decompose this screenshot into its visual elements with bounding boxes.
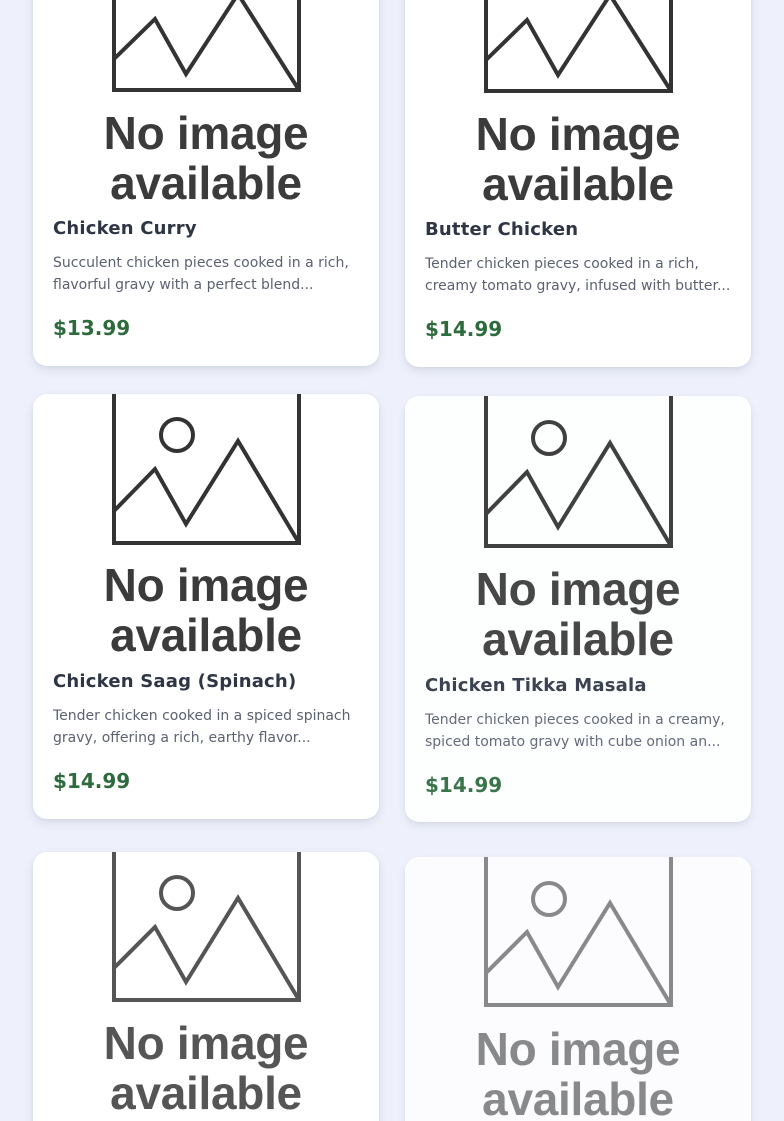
item-price: $14.99 [53, 769, 131, 793]
item-image-placeholder: No image available [33, 852, 379, 1121]
placeholder-line-1: No image [475, 563, 681, 615]
item-price: $14.99 [425, 317, 503, 341]
menu-item-card[interactable]: No image available Chicken Tikka Masala … [405, 396, 751, 822]
placeholder-line-2: available [482, 1073, 674, 1121]
placeholder-line-1: No image [475, 1023, 681, 1075]
placeholder-line-2: available [110, 157, 302, 206]
item-name: Chicken Tikka Masala [425, 675, 647, 696]
placeholder-line-1: No image [475, 108, 681, 160]
item-name: Chicken Saag (Spinach) [53, 671, 297, 692]
item-description: Succulent chicken pieces cooked in a ric… [53, 255, 349, 293]
item-price: $13.99 [53, 316, 131, 340]
menu-item-card[interactable]: No image available Chicken Curry Succule… [33, 0, 379, 366]
placeholder-line-1: No image [103, 559, 309, 611]
item-image-placeholder: No image available [33, 394, 379, 659]
menu-item-card[interactable]: No image available [33, 852, 379, 1121]
item-image-placeholder: No image available [33, 0, 379, 206]
item-description: Tender chicken cooked in a spiced spinac… [53, 708, 351, 746]
placeholder-line-2: available [110, 609, 302, 659]
placeholder-line-2: available [482, 158, 674, 207]
placeholder-line-2: available [110, 1067, 302, 1119]
menu-item-card[interactable]: No image available [405, 857, 751, 1121]
menu-item-card[interactable]: No image available Chicken Saag (Spinach… [33, 394, 379, 819]
item-image-placeholder: No image available [405, 396, 751, 663]
menu-item-card[interactable]: No image available Butter Chicken Tender… [405, 0, 751, 367]
item-image-placeholder: No image available [405, 0, 751, 207]
item-description: Tender chicken pieces cooked in a creamy… [425, 712, 725, 750]
item-description: Tender chicken pieces cooked in a rich, … [425, 256, 731, 294]
placeholder-line-1: No image [103, 107, 309, 159]
item-name: Butter Chicken [425, 219, 579, 240]
placeholder-line-1: No image [103, 1017, 309, 1069]
placeholder-line-2: available [482, 613, 674, 663]
menu-grid: No image available Chicken Curry Succule… [0, 0, 784, 1121]
item-name: Chicken Curry [53, 218, 197, 239]
item-price: $14.99 [425, 773, 503, 797]
item-image-placeholder: No image available [405, 857, 751, 1121]
